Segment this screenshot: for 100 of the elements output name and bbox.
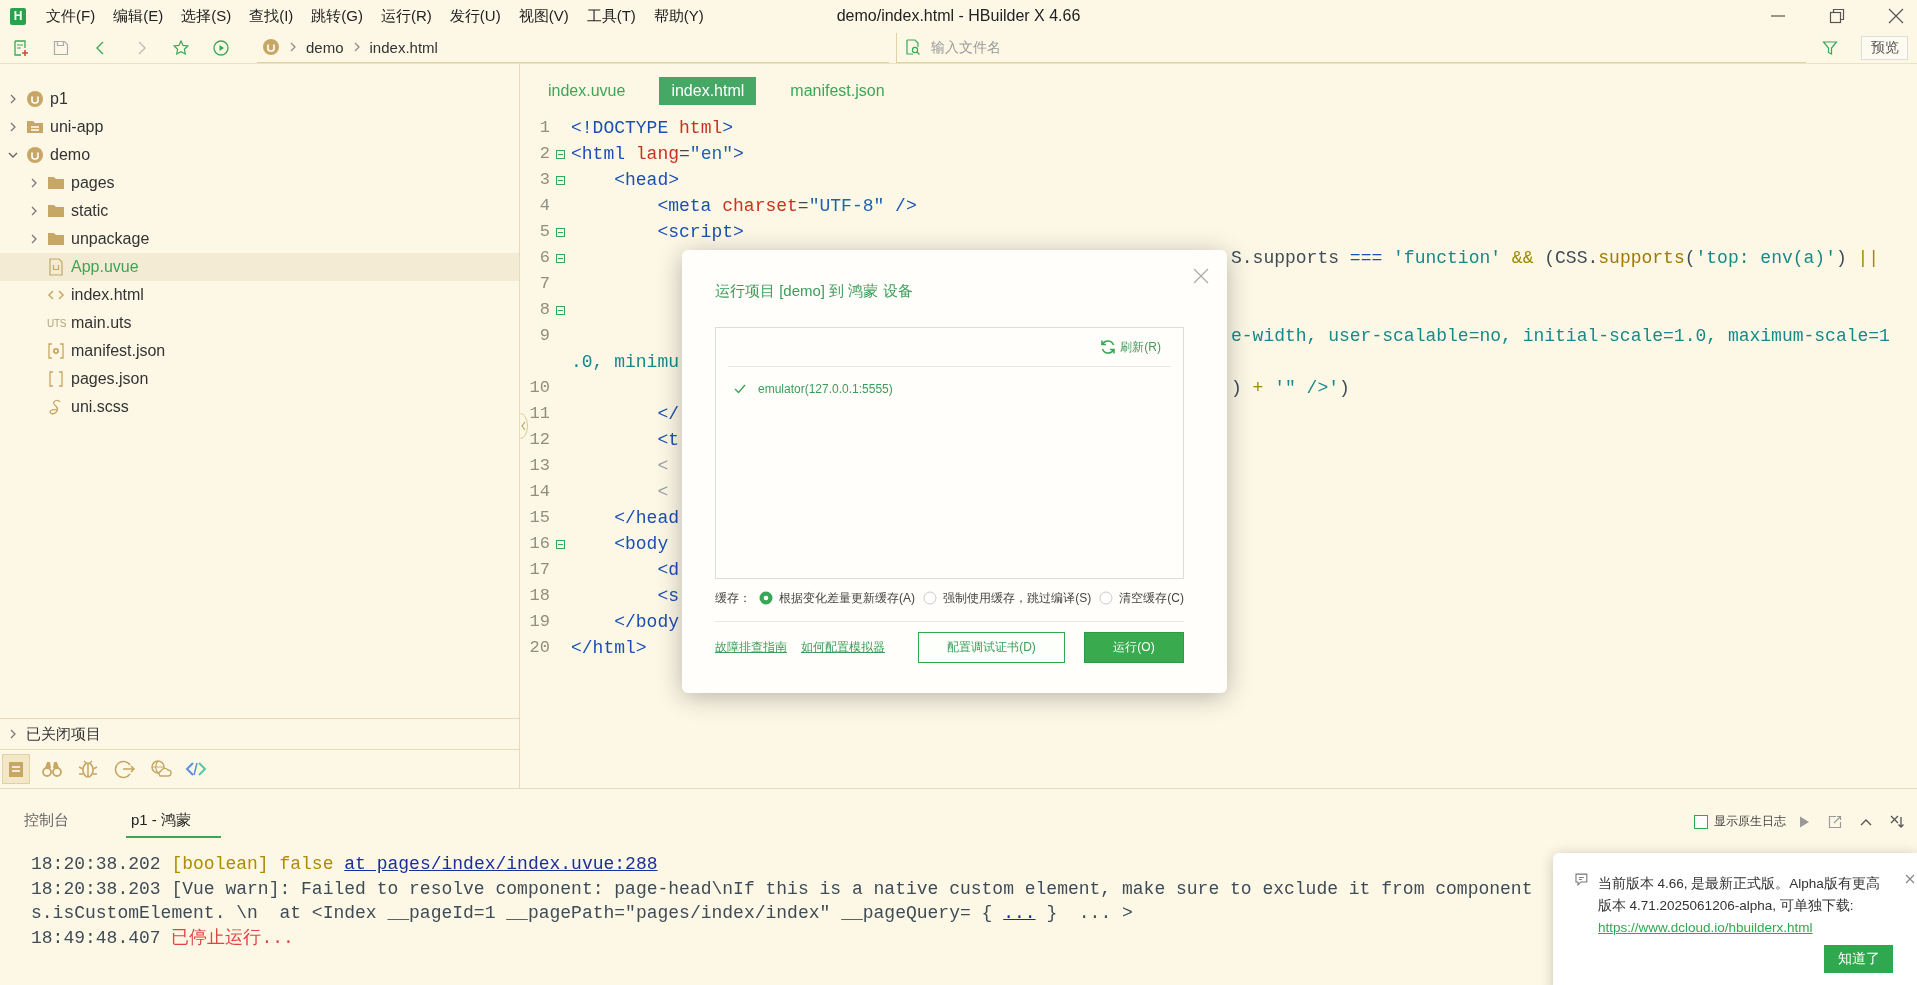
filter-icon[interactable] xyxy=(1822,39,1838,56)
log-link[interactable]: at pages/index/index.uvue:288 xyxy=(344,854,658,874)
line-number: 15 xyxy=(528,507,550,529)
breadcrumb-item[interactable]: index.html xyxy=(369,38,438,56)
line-number: 19 xyxy=(528,611,550,633)
code-line: </body xyxy=(613,611,680,634)
line-number: 3 xyxy=(538,169,550,191)
log-line: 18:49:48.407 已停止运行... xyxy=(31,926,294,950)
message-icon xyxy=(1575,873,1588,886)
fold-icon[interactable] xyxy=(556,253,565,263)
project-files-icon[interactable] xyxy=(2,754,30,784)
section-title[interactable]: 已关闭项目 xyxy=(26,724,101,744)
menu-item[interactable]: 帮助(Y) xyxy=(653,6,704,26)
tree-item[interactable]: demo xyxy=(0,141,519,169)
tree-item[interactable]: index.html xyxy=(0,281,519,309)
menu-item[interactable]: 工具(T) xyxy=(586,6,636,26)
help-link[interactable]: 如何配置模拟器 xyxy=(801,639,885,656)
radio-option[interactable]: 强制使用缓存，跳过编译(S) xyxy=(923,589,1092,607)
code-line: <t xyxy=(656,429,680,452)
maximize-icon[interactable] xyxy=(1829,8,1845,24)
certificate-button[interactable]: 配置调试证书(D) xyxy=(918,632,1065,663)
line-number: 2 xyxy=(538,143,550,165)
code-line: <meta charset="UTF-8" /> xyxy=(656,195,917,218)
code-line: <!DOCTYPE html> xyxy=(571,117,734,140)
run-icon[interactable] xyxy=(213,39,229,56)
tree-item[interactable]: manifest.json xyxy=(0,337,519,365)
line-number: 6 xyxy=(538,247,550,269)
tree-item[interactable]: UTS main.uts xyxy=(0,309,519,337)
menu-item[interactable]: 查找(I) xyxy=(249,6,294,26)
line-number: 8 xyxy=(538,299,550,321)
folder-icon xyxy=(47,174,65,192)
code-line: e-width, user-scalable=no, initial-scale=1.0, maximum-scale=1 xyxy=(1231,325,1890,348)
new-file-icon[interactable] xyxy=(13,39,29,56)
window-title: demo/index.html - HBuilder X 4.66 xyxy=(836,7,1081,25)
menu-item[interactable]: 运行(R) xyxy=(381,6,432,26)
menu-item[interactable]: 文件(F) xyxy=(46,6,96,26)
tree-item[interactable]: pages.json xyxy=(0,365,519,393)
tree-item[interactable]: uni.scss xyxy=(0,393,519,421)
export-icon[interactable] xyxy=(1828,814,1842,829)
fold-icon[interactable] xyxy=(556,305,565,315)
save-icon[interactable] xyxy=(53,39,69,56)
refresh-button[interactable]: 刷新(R) xyxy=(1100,338,1161,356)
code-line: <head> xyxy=(613,169,680,192)
menu-item[interactable]: 发行(U) xyxy=(449,6,501,26)
device-item[interactable]: emulator(127.0.0.1:5555) xyxy=(716,367,1183,411)
close-icon[interactable] xyxy=(1888,8,1904,24)
star-icon[interactable] xyxy=(173,39,189,56)
menu-item[interactable]: 跳转(G) xyxy=(311,6,363,26)
line-number: 14 xyxy=(528,481,550,503)
close-icon[interactable] xyxy=(1905,874,1915,884)
code-line: .0, minimu xyxy=(571,351,680,374)
project-icon xyxy=(26,90,44,108)
project-icon[interactable] xyxy=(262,38,280,56)
preview-button[interactable]: 预览 xyxy=(1861,35,1908,60)
collapse-handle[interactable] xyxy=(520,413,528,439)
tree-item[interactable]: uni-app xyxy=(0,113,519,141)
code-line: </html> xyxy=(571,637,647,660)
code-line: ) + '" />') xyxy=(1231,377,1350,400)
menu-item[interactable]: 编辑(E) xyxy=(113,6,164,26)
fold-icon[interactable] xyxy=(556,539,565,549)
line-number: 16 xyxy=(528,533,550,555)
menu-item[interactable]: 选择(S) xyxy=(181,6,232,26)
tree-item[interactable]: pages xyxy=(0,169,519,197)
fold-icon[interactable] xyxy=(556,227,565,237)
line-number: 18 xyxy=(528,585,550,607)
radio-button[interactable] xyxy=(923,591,938,605)
line-number: 10 xyxy=(528,377,550,399)
close-icon[interactable] xyxy=(1890,814,1904,829)
console-tab[interactable]: p1 - 鸿蒙 xyxy=(126,805,221,838)
line-number: 7 xyxy=(538,273,550,295)
radio-option[interactable]: 清空缓存(C) xyxy=(1099,589,1184,607)
search-field[interactable]: 输入文件名 xyxy=(929,38,1806,56)
native-log-checkbox[interactable]: 显示原生日志 xyxy=(1694,813,1786,830)
line-number: 9 xyxy=(538,325,550,347)
file-icon xyxy=(47,258,65,276)
radio-option[interactable]: 根据变化差量更新缓存(A) xyxy=(759,589,916,607)
tree-item[interactable]: p1 xyxy=(0,85,519,113)
chevron-icon xyxy=(288,40,298,54)
radio-button[interactable] xyxy=(1099,591,1114,605)
help-link[interactable]: 故障排查指南 xyxy=(715,639,787,656)
log-line: 18:20:38.202 [boolean] false at pages/index/index.uvue:288 xyxy=(31,853,658,876)
radio-button[interactable] xyxy=(759,591,774,605)
checkbox-icon[interactable] xyxy=(1694,814,1708,829)
console-tab[interactable]: 控制台 xyxy=(24,805,69,838)
app-logo: H xyxy=(10,7,26,25)
dialog-title: 运行项目 [demo] 到 鸿蒙 设备 xyxy=(715,281,913,301)
settings-file-icon xyxy=(47,342,65,360)
log-link[interactable]: ... xyxy=(1003,903,1036,923)
menu-item[interactable]: 视图(V) xyxy=(518,6,569,26)
file-type-label: UTS xyxy=(47,317,65,329)
folder-icon xyxy=(47,230,65,248)
code-line: </head xyxy=(613,507,680,530)
breadcrumb-item[interactable]: demo xyxy=(306,38,344,56)
tree-item[interactable]: static xyxy=(0,197,519,225)
fold-icon[interactable] xyxy=(556,175,565,185)
code-line: <script> xyxy=(656,221,744,244)
tree-item[interactable]: unpackage xyxy=(0,225,519,253)
fold-icon[interactable] xyxy=(556,149,565,159)
play-icon[interactable] xyxy=(1797,814,1811,829)
line-number: 12 xyxy=(528,429,550,451)
